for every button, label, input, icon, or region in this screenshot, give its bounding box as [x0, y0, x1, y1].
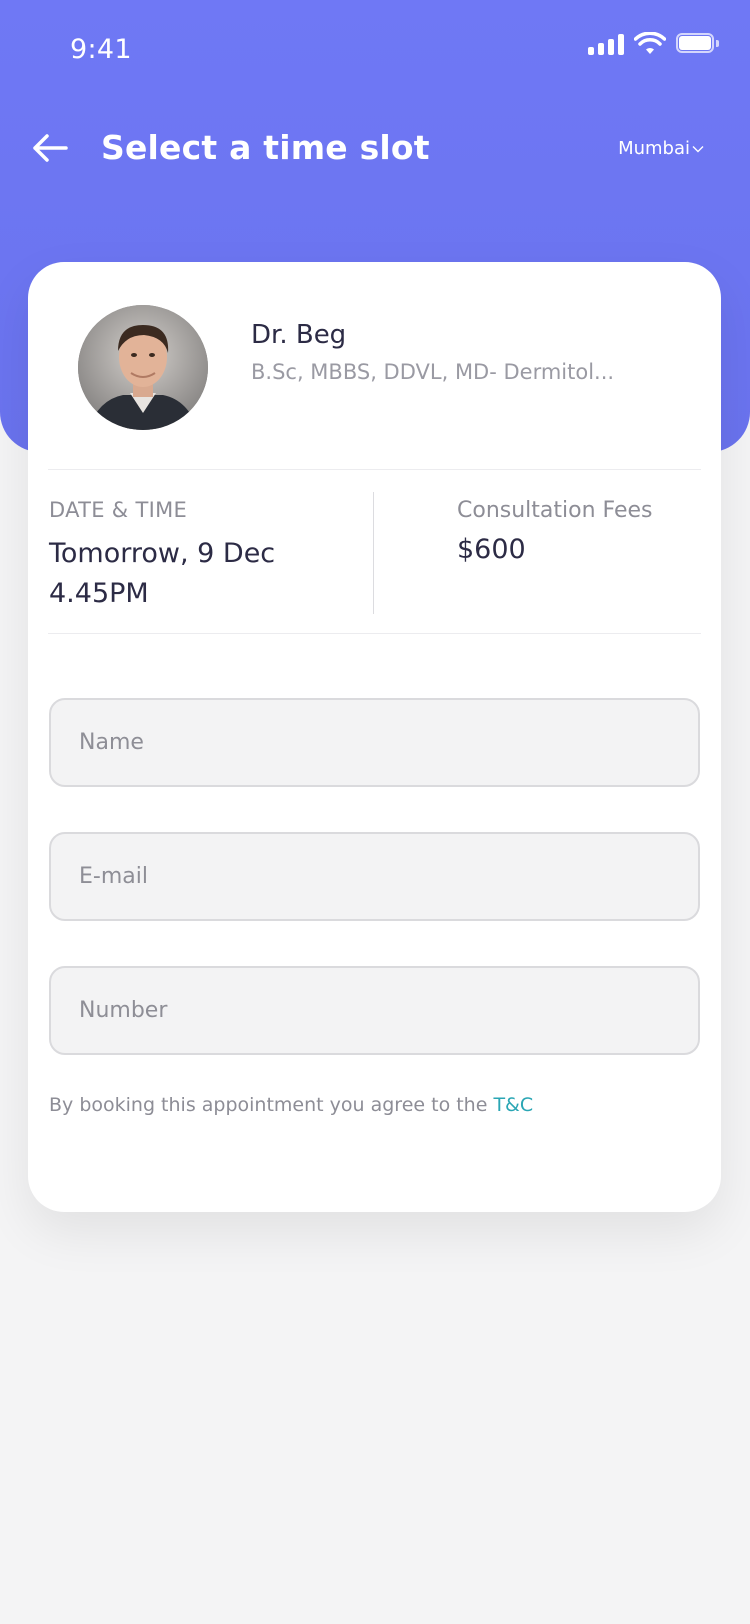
- signal-icon: [588, 33, 624, 55]
- datetime-label: DATE & TIME: [49, 498, 188, 522]
- appointment-date: Tomorrow, 9 Dec: [49, 538, 276, 569]
- appointment-time: 4.45PM: [49, 578, 149, 609]
- divider-vertical: [373, 492, 374, 614]
- page-title: Select a time slot: [101, 128, 430, 167]
- number-input[interactable]: [49, 966, 700, 1055]
- email-input[interactable]: [49, 832, 700, 921]
- doctor-photo: [78, 305, 208, 430]
- city-selector[interactable]: Mumbai: [618, 138, 704, 159]
- divider-bottom: [48, 633, 701, 634]
- doctor-qualifications: B.Sc, MBBS, DDVL, MD- Dermitol...: [251, 360, 615, 384]
- doctor-avatar: [78, 305, 208, 430]
- wifi-icon: [634, 32, 666, 54]
- back-button[interactable]: [30, 128, 70, 168]
- status-icons: [588, 32, 720, 56]
- booking-card: Dr. Beg B.Sc, MBBS, DDVL, MD- Dermitol..…: [28, 262, 721, 1212]
- name-input[interactable]: [49, 698, 700, 787]
- city-label: Mumbai: [618, 138, 690, 159]
- terms-label: By booking this appointment you agree to…: [49, 1094, 494, 1116]
- arrow-left-icon: [33, 134, 68, 162]
- terms-link[interactable]: T&C: [493, 1094, 533, 1116]
- fees-value: $600: [457, 534, 526, 565]
- divider-top: [48, 469, 701, 470]
- terms-text: By booking this appointment you agree to…: [49, 1094, 533, 1116]
- battery-icon: [676, 33, 720, 55]
- fees-label: Consultation Fees: [457, 498, 653, 523]
- status-time: 9:41: [70, 34, 132, 65]
- doctor-name: Dr. Beg: [251, 320, 347, 350]
- chevron-down-icon: [692, 145, 704, 152]
- datetime-value: Tomorrow, 9 Dec 4.45PM: [49, 534, 275, 614]
